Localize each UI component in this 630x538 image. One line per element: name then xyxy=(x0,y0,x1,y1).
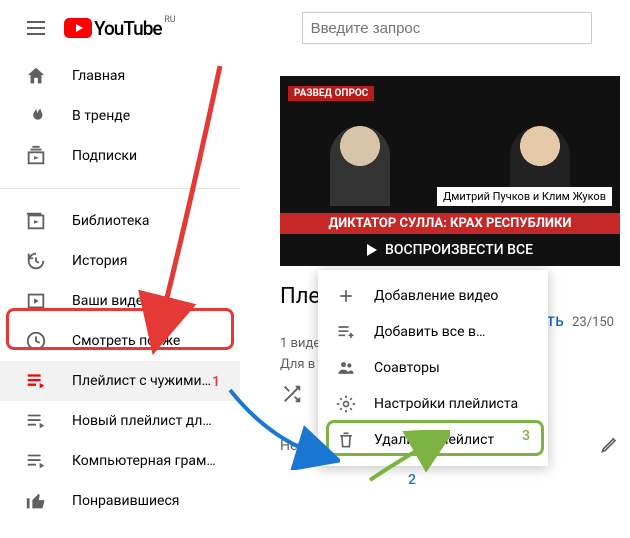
menu-item-delete[interactable]: Удалить плейлист xyxy=(318,422,548,458)
youtube-play-icon xyxy=(64,18,92,38)
country-code: RU xyxy=(164,15,175,25)
library-icon xyxy=(24,209,48,233)
sidebar-item-subscriptions[interactable]: Подписки xyxy=(0,136,240,176)
playlist-counter: 23/150 xyxy=(572,315,614,330)
your-videos-icon xyxy=(24,289,48,313)
menu-item-add-all[interactable]: Добавить все в… xyxy=(318,314,548,350)
youtube-logo[interactable]: YouTube RU xyxy=(64,17,162,40)
sidebar-item-label: Подписки xyxy=(72,148,137,164)
hamburger-menu-button[interactable] xyxy=(16,8,56,48)
sidebar-item-label: Библиотека xyxy=(72,213,149,229)
home-icon xyxy=(24,64,48,88)
shuffle-button[interactable] xyxy=(280,382,304,406)
annotation-number-2: 2 xyxy=(408,472,416,488)
edit-description-button[interactable] xyxy=(600,434,620,458)
sidebar-item-playlist-new[interactable]: Новый плейлист дл… xyxy=(0,401,240,441)
menu-item-collaborators[interactable]: Соавторы xyxy=(318,350,548,386)
sidebar-item-playlist-active[interactable]: Плейлист с чужими… xyxy=(0,361,240,401)
sidebar-item-watch-later[interactable]: Смотреть позже xyxy=(0,321,240,361)
annotation-number-1: 1 xyxy=(212,374,220,390)
sidebar-item-label: В тренде xyxy=(72,108,130,124)
sidebar: Главная В тренде Подписки Библиотека Ист… xyxy=(0,56,240,521)
sidebar-item-your-videos[interactable]: Ваши видео xyxy=(0,281,240,321)
sidebar-item-history[interactable]: История xyxy=(0,241,240,281)
thumbnail-badge: РАЗВЕД ОПРОС xyxy=(288,86,374,101)
play-icon xyxy=(367,244,377,256)
pencil-icon xyxy=(600,434,620,454)
sidebar-item-trending[interactable]: В тренде xyxy=(0,96,240,136)
playlist-icon xyxy=(24,449,48,473)
menu-item-add-video[interactable]: Добавление видео xyxy=(318,278,548,314)
gear-icon xyxy=(334,394,358,414)
menu-item-label: Соавторы xyxy=(374,360,440,376)
menu-item-settings[interactable]: Настройки плейлиста xyxy=(318,386,548,422)
thumbnail-caption: Дмитрий Пучков и Клим Жуков xyxy=(437,187,612,206)
subscriptions-icon xyxy=(24,144,48,168)
sidebar-item-label: Ваши видео xyxy=(72,293,151,309)
people-icon xyxy=(334,358,358,378)
sidebar-item-label: Плейлист с чужими… xyxy=(72,373,211,389)
sidebar-item-label: История xyxy=(72,253,127,269)
thumb-up-icon xyxy=(24,489,48,513)
sidebar-item-playlist-comp[interactable]: Компьютерная грам… xyxy=(0,441,240,481)
menu-item-label: Удалить плейлист xyxy=(374,432,494,448)
sidebar-item-label: Смотреть позже xyxy=(72,333,180,349)
sidebar-item-label: Компьютерная грам… xyxy=(72,453,216,469)
thumbnail-person xyxy=(330,126,390,206)
playlist-actions-menu: Добавление видео Добавить все в… Соавтор… xyxy=(318,270,548,466)
header: YouTube RU xyxy=(0,0,630,56)
playlist-icon xyxy=(24,409,48,433)
menu-item-label: Добавление видео xyxy=(374,288,498,304)
shuffle-icon xyxy=(281,383,303,405)
thumbnail-title: ДИКТАТОР СУЛЛА: КРАХ РЕСПУБЛИКИ xyxy=(280,213,620,234)
plus-icon xyxy=(334,286,358,306)
menu-item-label: Добавить все в… xyxy=(374,324,485,340)
hamburger-icon xyxy=(24,16,48,40)
sidebar-item-label: Новый плейлист дл… xyxy=(72,413,212,429)
annotation-number-3: 3 xyxy=(522,428,530,444)
sidebar-item-liked[interactable]: Понравившиеся xyxy=(0,481,240,521)
sidebar-item-home[interactable]: Главная xyxy=(0,56,240,96)
sidebar-item-label: Главная xyxy=(72,68,125,84)
playlist-thumbnail[interactable]: РАЗВЕД ОПРОС Дмитрий Пучков и Клим Жуков… xyxy=(280,76,620,266)
playlist-icon xyxy=(24,369,48,393)
sidebar-item-library[interactable]: Библиотека xyxy=(0,201,240,241)
search-input[interactable] xyxy=(302,12,592,44)
play-all-label: ВОСПРОИЗВЕСТИ ВСЕ xyxy=(385,242,533,258)
sidebar-item-label: Понравившиеся xyxy=(72,493,179,509)
fire-icon xyxy=(24,104,48,128)
logo-text: YouTube xyxy=(94,17,162,40)
trash-icon xyxy=(334,430,358,450)
menu-item-label: Настройки плейлиста xyxy=(374,396,518,412)
playlist-add-icon xyxy=(334,322,358,342)
sidebar-divider xyxy=(0,188,240,189)
history-icon xyxy=(24,249,48,273)
clock-icon xyxy=(24,329,48,353)
play-all-button[interactable]: ВОСПРОИЗВЕСТИ ВСЕ xyxy=(280,242,620,258)
